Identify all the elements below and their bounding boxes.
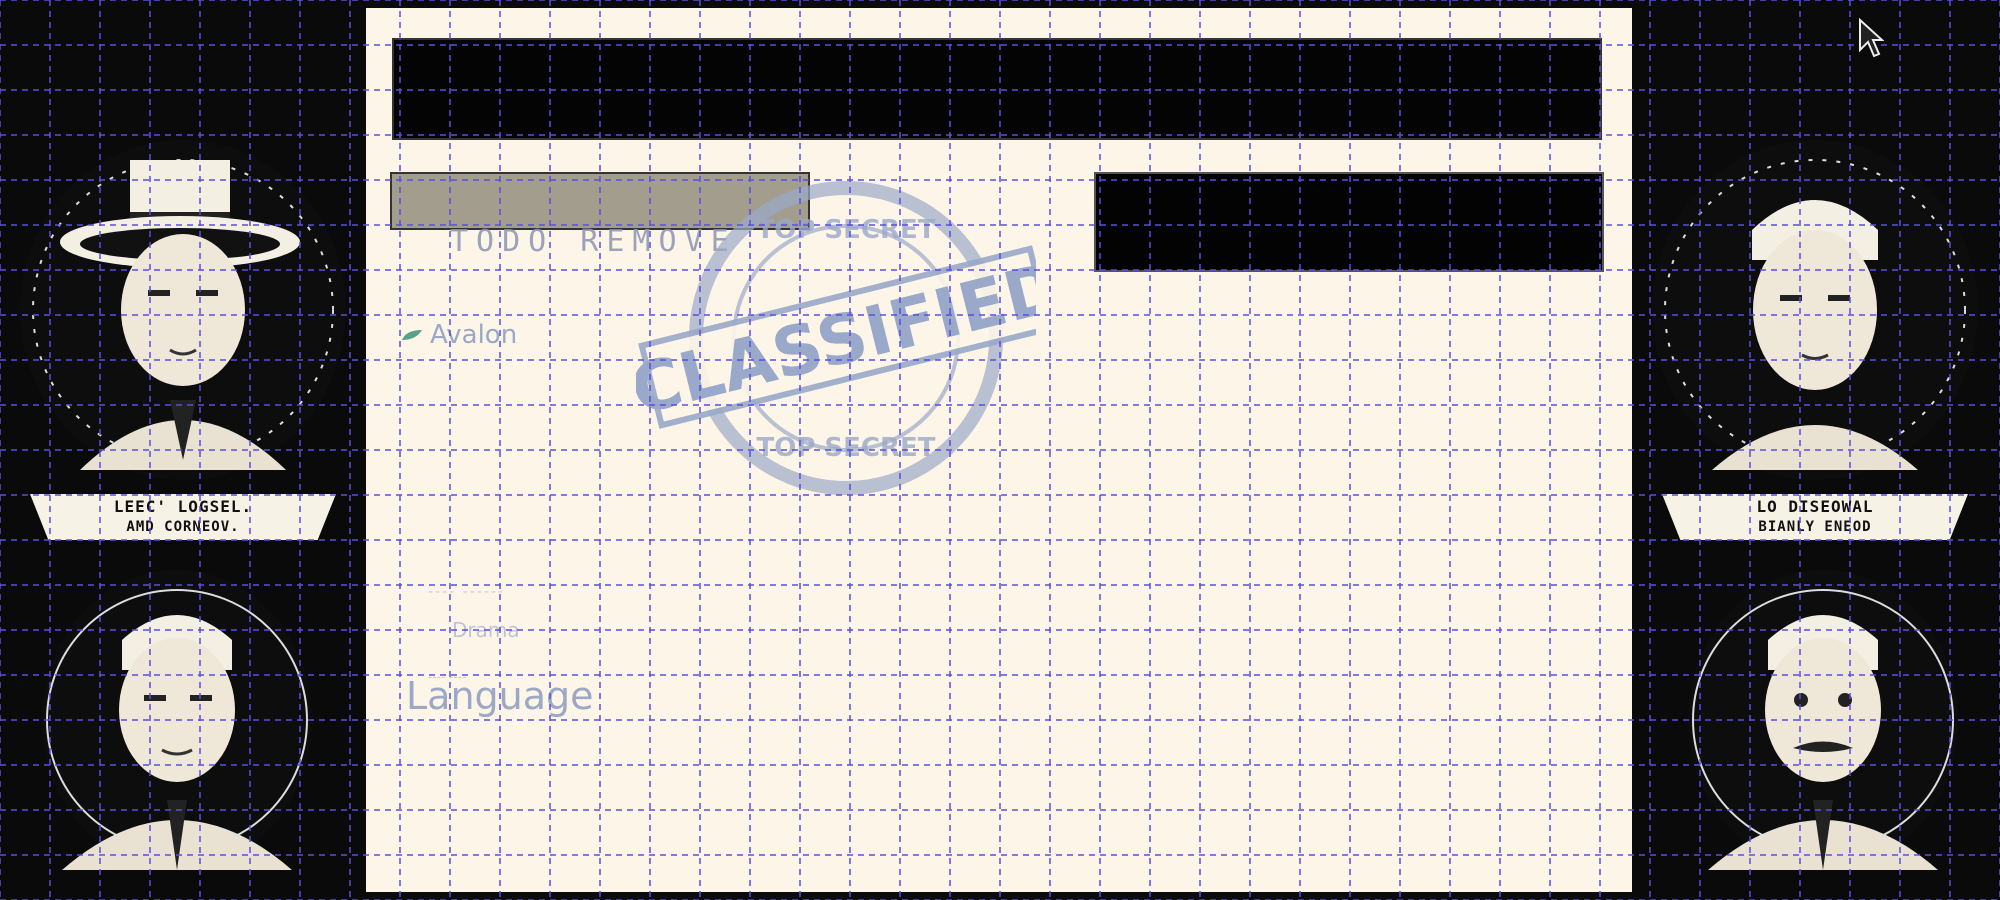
left-character-panel: LEEC' LOGSEL. AMD CORNEOV. bbox=[0, 0, 366, 900]
faction-name: Avalon bbox=[430, 320, 518, 350]
redacted-info-box[interactable] bbox=[1094, 172, 1604, 272]
right-character-panel: LO DISEOWAL BIANLY ENEOD bbox=[1632, 0, 2000, 900]
banner-name-line: LEEC' LOGSEL. bbox=[113, 497, 253, 516]
faded-genre-text: Drama bbox=[452, 618, 520, 642]
redacted-title-bar bbox=[392, 38, 1602, 140]
left-name-banner-top: LEEC' LOGSEL. AMD CORNEOV. bbox=[30, 494, 336, 540]
banner-name-line: LO DISEOWAL bbox=[1756, 497, 1874, 516]
right-name-banner-top: LO DISEOWAL BIANLY ENEOD bbox=[1662, 494, 1968, 540]
faded-text-line: ---- ------ bbox=[428, 584, 505, 600]
portrait-top-right-man[interactable] bbox=[1652, 140, 1978, 480]
dossier-document: TODO REMOVE Avalon ---- ------ Drama ---… bbox=[366, 8, 1632, 892]
faction-label: Avalon bbox=[400, 320, 517, 350]
leaf-icon bbox=[402, 330, 422, 340]
classified-stamp: TOP SECRET CLASSIFIED TOP SECRET bbox=[636, 181, 1036, 495]
portrait-bottom-right-mustache-man[interactable] bbox=[1688, 570, 1958, 870]
stamp-top-text: TOP SECRET bbox=[756, 215, 935, 245]
language-label: Language bbox=[406, 674, 594, 718]
stamp-bottom-text: TOP SECRET bbox=[756, 433, 935, 463]
portrait-top-hat-man[interactable] bbox=[20, 140, 346, 480]
banner-name-line: BIANLY ENEOD bbox=[1758, 519, 1872, 535]
banner-name-line: AMD CORNEOV. bbox=[126, 519, 240, 535]
portrait-bottom-left-man[interactable] bbox=[42, 570, 312, 870]
mouse-cursor-icon bbox=[1859, 18, 1884, 58]
